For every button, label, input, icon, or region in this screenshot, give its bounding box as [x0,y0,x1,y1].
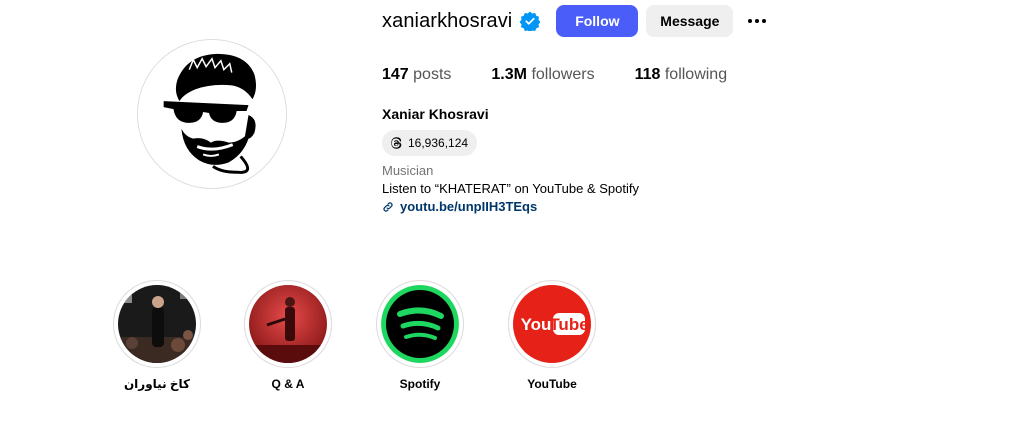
highlight-label: کاخ نیاوران [123,377,191,391]
posts-stat: 147 posts [382,66,451,84]
link-icon [383,201,393,212]
following-label: following [664,66,728,83]
threads-badge[interactable]: 16,936,124 [382,130,478,156]
youtube-logo-icon: You Tube [513,285,591,363]
more-options-icon[interactable] [745,5,769,37]
highlight-cover [113,280,201,368]
concert-photo-icon [118,285,196,363]
verified-badge-icon [520,11,541,31]
profile-stats: 147 posts 1.3M followers 118 following [382,66,767,84]
follow-button[interactable]: Follow [556,5,639,37]
avatar-image [138,40,286,188]
highlight-item[interactable]: Spotify [375,280,465,391]
highlight-label: Q & A [271,377,305,391]
highlight-cover [244,280,332,368]
bio-text: Listen to “KHATERAT” on YouTube & Spotif… [382,181,639,196]
followers-count: 1.3M [491,66,527,83]
dot [748,19,753,23]
stage-photo-icon [249,285,327,363]
threads-icon [391,137,402,149]
posts-label: posts [413,66,452,83]
following-count: 118 [634,66,661,83]
highlight-cover [376,280,464,368]
followers-stat[interactable]: 1.3M followers [491,66,594,84]
svg-text:Tube: Tube [549,315,588,334]
followers-label: followers [531,66,595,83]
category-label: Musician [382,163,434,178]
following-stat[interactable]: 118 following [635,66,728,84]
message-button[interactable]: Message [646,5,734,37]
full-name: Xaniar Khosravi [382,106,489,122]
threads-count: 16,936,124 [408,136,469,150]
svg-text:You: You [521,315,552,334]
profile-header: xaniarkhosravi Follow Message [382,5,769,37]
profile-avatar[interactable] [137,39,287,189]
highlight-cover: You Tube [508,280,596,368]
highlight-item[interactable]: کاخ نیاوران [112,280,202,391]
spotify-logo-icon [381,285,459,363]
highlight-label: YouTube [527,377,577,391]
posts-count: 147 [382,66,409,83]
dot [755,19,760,23]
highlight-label: Spotify [399,377,441,391]
highlight-item[interactable]: You Tube YouTube [507,280,597,391]
bio-link-text: youtu.be/unpIIH3TEqs [400,199,538,214]
dot [762,19,767,23]
highlight-item[interactable]: Q & A [243,280,333,391]
bio-link[interactable]: youtu.be/unpIIH3TEqs [382,199,537,214]
username: xaniarkhosravi [382,9,513,32]
